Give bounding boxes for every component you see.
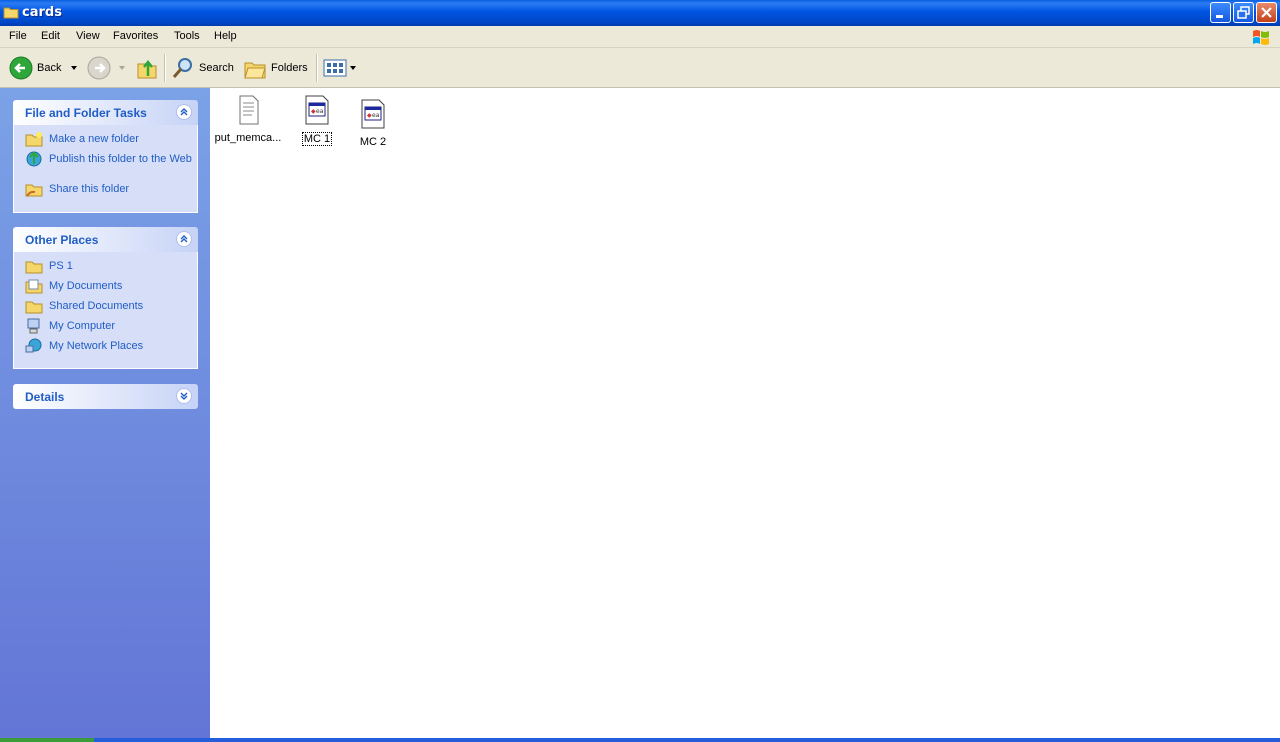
forward-arrow-icon [87, 56, 111, 80]
panel-header[interactable]: Other Places [13, 227, 198, 252]
start-button-edge[interactable] [0, 738, 94, 742]
back-button[interactable]: Back [9, 54, 81, 82]
views-button[interactable] [323, 54, 359, 82]
up-folder-button[interactable] [135, 54, 159, 82]
menu-file[interactable]: File [9, 30, 27, 42]
back-arrow-icon [9, 56, 33, 80]
close-icon [1261, 7, 1272, 18]
views-icon [323, 59, 347, 77]
file-label: MC 2 [359, 136, 387, 148]
toolbar: Back Search Folders [0, 48, 1280, 88]
close-button[interactable] [1256, 2, 1277, 23]
panel-title: File and Folder Tasks [25, 106, 147, 120]
panel-header[interactable]: File and Folder Tasks [13, 100, 198, 125]
place-my-computer-link[interactable]: My Computer [14, 318, 197, 338]
taskbar-edge [0, 738, 1280, 742]
minimize-button[interactable] [1210, 2, 1231, 23]
window-title: cards [22, 5, 62, 20]
menu-help[interactable]: Help [214, 30, 237, 42]
dropdown-arrow-icon[interactable] [69, 63, 81, 73]
other-places-panel: Other Places PS 1 My Documents Shared Do… [13, 227, 198, 369]
file-folder-tasks-panel: File and Folder Tasks Make a new folder … [13, 100, 198, 213]
file-label: put_memca... [214, 132, 282, 144]
my-documents-icon [25, 279, 43, 294]
folder-icon [3, 7, 19, 19]
share-folder-link[interactable]: Share this folder [14, 181, 197, 201]
text-file-icon [239, 95, 259, 125]
menu-favorites[interactable]: Favorites [113, 30, 158, 42]
toolbar-separator [164, 54, 166, 82]
program-file-icon: ◆ ea [305, 95, 329, 125]
panel-title: Details [25, 390, 65, 404]
share-folder-icon [25, 184, 43, 197]
make-new-folder-link[interactable]: Make a new folder [14, 131, 197, 151]
place-my-documents-link[interactable]: My Documents [14, 278, 197, 298]
menu-bar: File Edit View Favorites Tools Help [0, 26, 1280, 48]
computer-icon [27, 318, 40, 334]
restore-button[interactable] [1233, 2, 1254, 23]
program-file-icon: ◆ ea [361, 99, 385, 129]
file-item-mc1[interactable]: ◆ ea MC 1 [297, 94, 337, 146]
menu-edit[interactable]: Edit [41, 30, 60, 42]
collapse-chevron-icon[interactable] [176, 104, 192, 120]
up-folder-icon [137, 59, 157, 79]
folders-icon [244, 62, 266, 79]
restore-icon [1237, 6, 1250, 19]
shared-folder-icon [25, 301, 43, 314]
windows-logo-icon [1253, 30, 1269, 45]
place-shared-documents-link[interactable]: Shared Documents [14, 298, 197, 318]
file-item-mc2[interactable]: ◆ ea MC 2 [353, 98, 393, 148]
menu-view[interactable]: View [76, 30, 100, 42]
forward-button[interactable] [87, 54, 129, 82]
details-panel: Details [13, 384, 198, 409]
folders-label: Folders [271, 62, 308, 74]
panel-header[interactable]: Details [13, 384, 198, 409]
task-pane: File and Folder Tasks Make a new folder … [0, 88, 210, 738]
search-icon [172, 58, 192, 78]
svg-text:ea: ea [316, 108, 324, 115]
panel-body: PS 1 My Documents Shared Documents My Co… [13, 252, 198, 369]
new-folder-icon [25, 132, 43, 147]
folders-button[interactable]: Folders [243, 54, 308, 82]
place-my-network-places-link[interactable]: My Network Places [14, 338, 197, 358]
place-ps1-link[interactable]: PS 1 [14, 258, 197, 278]
dropdown-arrow-icon [119, 66, 125, 70]
back-label: Back [37, 62, 62, 74]
folder-icon [25, 261, 43, 274]
search-button[interactable]: Search [171, 54, 234, 82]
globe-publish-icon [26, 151, 42, 167]
minimize-icon [1216, 15, 1223, 18]
file-item-put-memca[interactable]: put_memca... [213, 94, 283, 144]
network-places-icon [25, 338, 42, 353]
file-label: MC 1 [301, 132, 333, 146]
panel-body: Make a new folder Publish this folder to… [13, 125, 198, 213]
svg-text:ea: ea [372, 112, 380, 119]
search-label: Search [199, 62, 234, 74]
dropdown-arrow-icon [350, 66, 356, 70]
publish-folder-link[interactable]: Publish this folder to the Web [14, 151, 197, 181]
collapse-chevron-icon[interactable] [176, 231, 192, 247]
title-bar[interactable]: cards [0, 0, 1280, 26]
expand-chevron-icon[interactable] [176, 388, 192, 404]
toolbar-separator [316, 54, 318, 82]
menu-tools[interactable]: Tools [174, 30, 200, 42]
panel-title: Other Places [25, 233, 99, 247]
